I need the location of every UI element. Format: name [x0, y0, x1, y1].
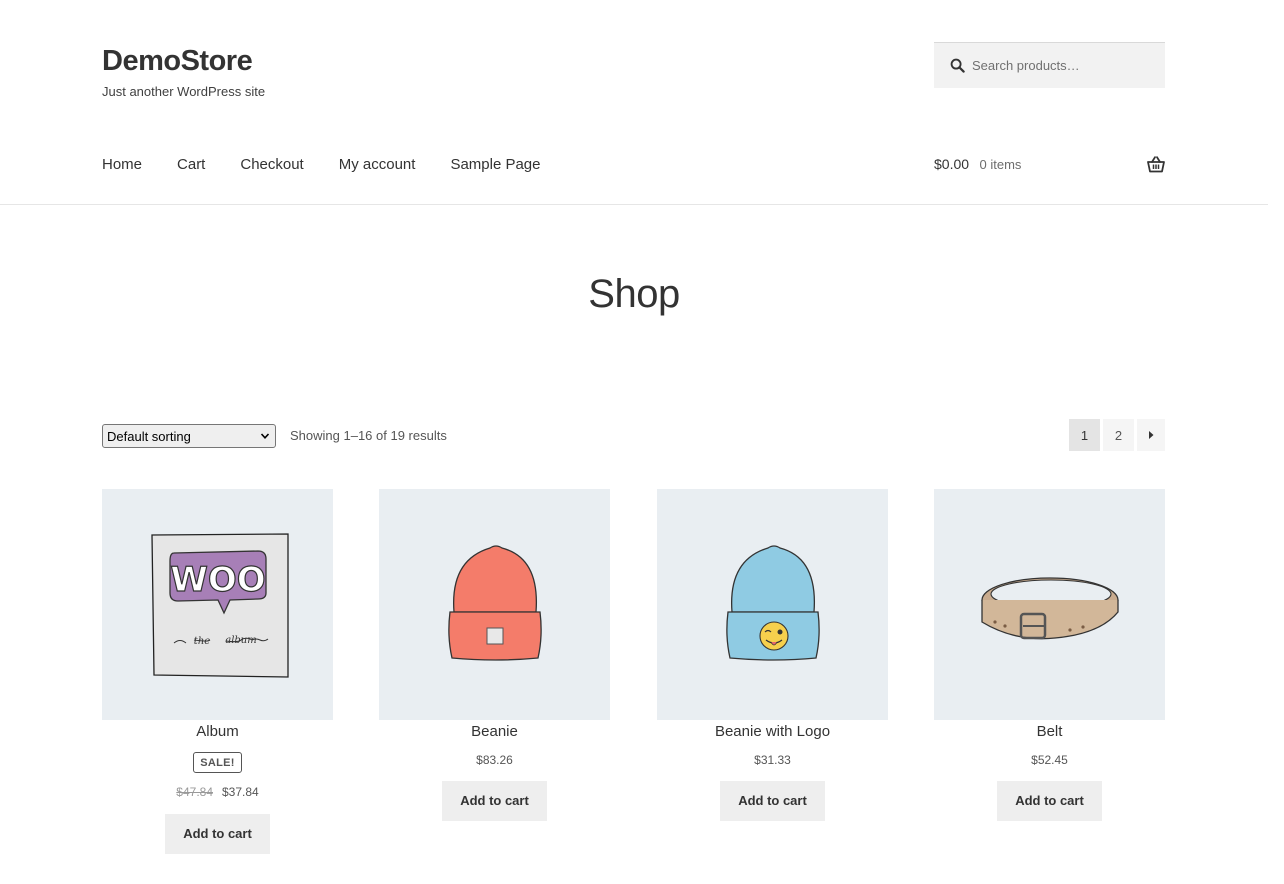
svg-text:the: the: [193, 636, 209, 647]
add-to-cart-button[interactable]: Add to cart: [997, 781, 1102, 821]
add-to-cart-button[interactable]: Add to cart: [165, 814, 270, 854]
sorting-selected-value: Default sorting: [107, 428, 191, 444]
svg-text:WOO: WOO: [170, 560, 265, 600]
page-title: Shop: [588, 272, 680, 316]
belt-image: [980, 576, 1119, 639]
beanie-with-logo-image: [725, 544, 820, 661]
nav-item-home[interactable]: Home: [102, 156, 142, 173]
product-search: [934, 42, 1165, 88]
product-price: $52.45: [1031, 753, 1068, 767]
nav-item-sample-page[interactable]: Sample Page: [450, 156, 540, 173]
search-input[interactable]: [972, 58, 1152, 73]
page-2[interactable]: 2: [1103, 419, 1134, 451]
search-icon: [950, 58, 965, 73]
next-page-button[interactable]: [1137, 419, 1165, 451]
original-price: $47.84: [176, 785, 213, 799]
nav-item-cart[interactable]: Cart: [177, 156, 205, 173]
nav-item-checkout[interactable]: Checkout: [240, 156, 303, 173]
album-image: WOO the album: [150, 532, 289, 678]
product-image-beanie-with-logo[interactable]: [657, 489, 888, 720]
header-cart[interactable]: $0.00 0 items: [934, 156, 1165, 176]
sale-price: $37.84: [222, 785, 259, 799]
nav-item-my-account[interactable]: My account: [339, 156, 416, 173]
result-count: Showing 1–16 of 19 results: [290, 428, 447, 443]
sorting-select[interactable]: Default sorting: [102, 424, 276, 448]
product-card-beanie: Beanie $83.26 Add to cart: [379, 489, 610, 821]
product-price: $83.26: [476, 753, 513, 767]
product-image-album[interactable]: WOO the album: [102, 489, 333, 720]
product-title[interactable]: Beanie with Logo: [657, 723, 888, 741]
product-image-beanie[interactable]: [379, 489, 610, 720]
product-title[interactable]: Album: [102, 723, 333, 741]
add-to-cart-button[interactable]: Add to cart: [442, 781, 547, 821]
product-card-album: WOO the album Album SALE! $47.84 $37.84 A…: [102, 489, 333, 854]
arrow-right-icon: [1149, 431, 1154, 439]
product-card-beanie-with-logo: Beanie with Logo $31.33 Add to cart: [657, 489, 888, 821]
site-header: DemoStore Just another WordPress site Ho…: [0, 0, 1268, 205]
basket-icon[interactable]: [1147, 156, 1165, 173]
product-image-belt[interactable]: [934, 489, 1165, 720]
product-title[interactable]: Belt: [934, 723, 1165, 741]
sale-badge: SALE!: [193, 752, 242, 773]
product-title[interactable]: Beanie: [379, 723, 610, 741]
page-1[interactable]: 1: [1069, 419, 1100, 451]
svg-text:album: album: [225, 635, 256, 646]
site-title[interactable]: DemoStore: [102, 44, 265, 78]
site-tagline: Just another WordPress site: [102, 84, 266, 99]
add-to-cart-button[interactable]: Add to cart: [720, 781, 825, 821]
cart-count: 0 items: [979, 157, 1022, 172]
primary-navigation: Home Cart Checkout My account Sample Pag…: [102, 156, 576, 173]
product-card-belt: Belt $52.45 Add to cart: [934, 489, 1165, 821]
beanie-image: [447, 544, 542, 661]
branding: DemoStore Just another WordPress site: [102, 44, 265, 99]
product-price: $47.84 $37.84: [102, 785, 333, 799]
pagination: 1 2: [1069, 419, 1165, 451]
chevron-down-icon: [260, 433, 270, 439]
cart-amount: $0.00: [934, 156, 970, 172]
product-price: $31.33: [754, 753, 791, 767]
